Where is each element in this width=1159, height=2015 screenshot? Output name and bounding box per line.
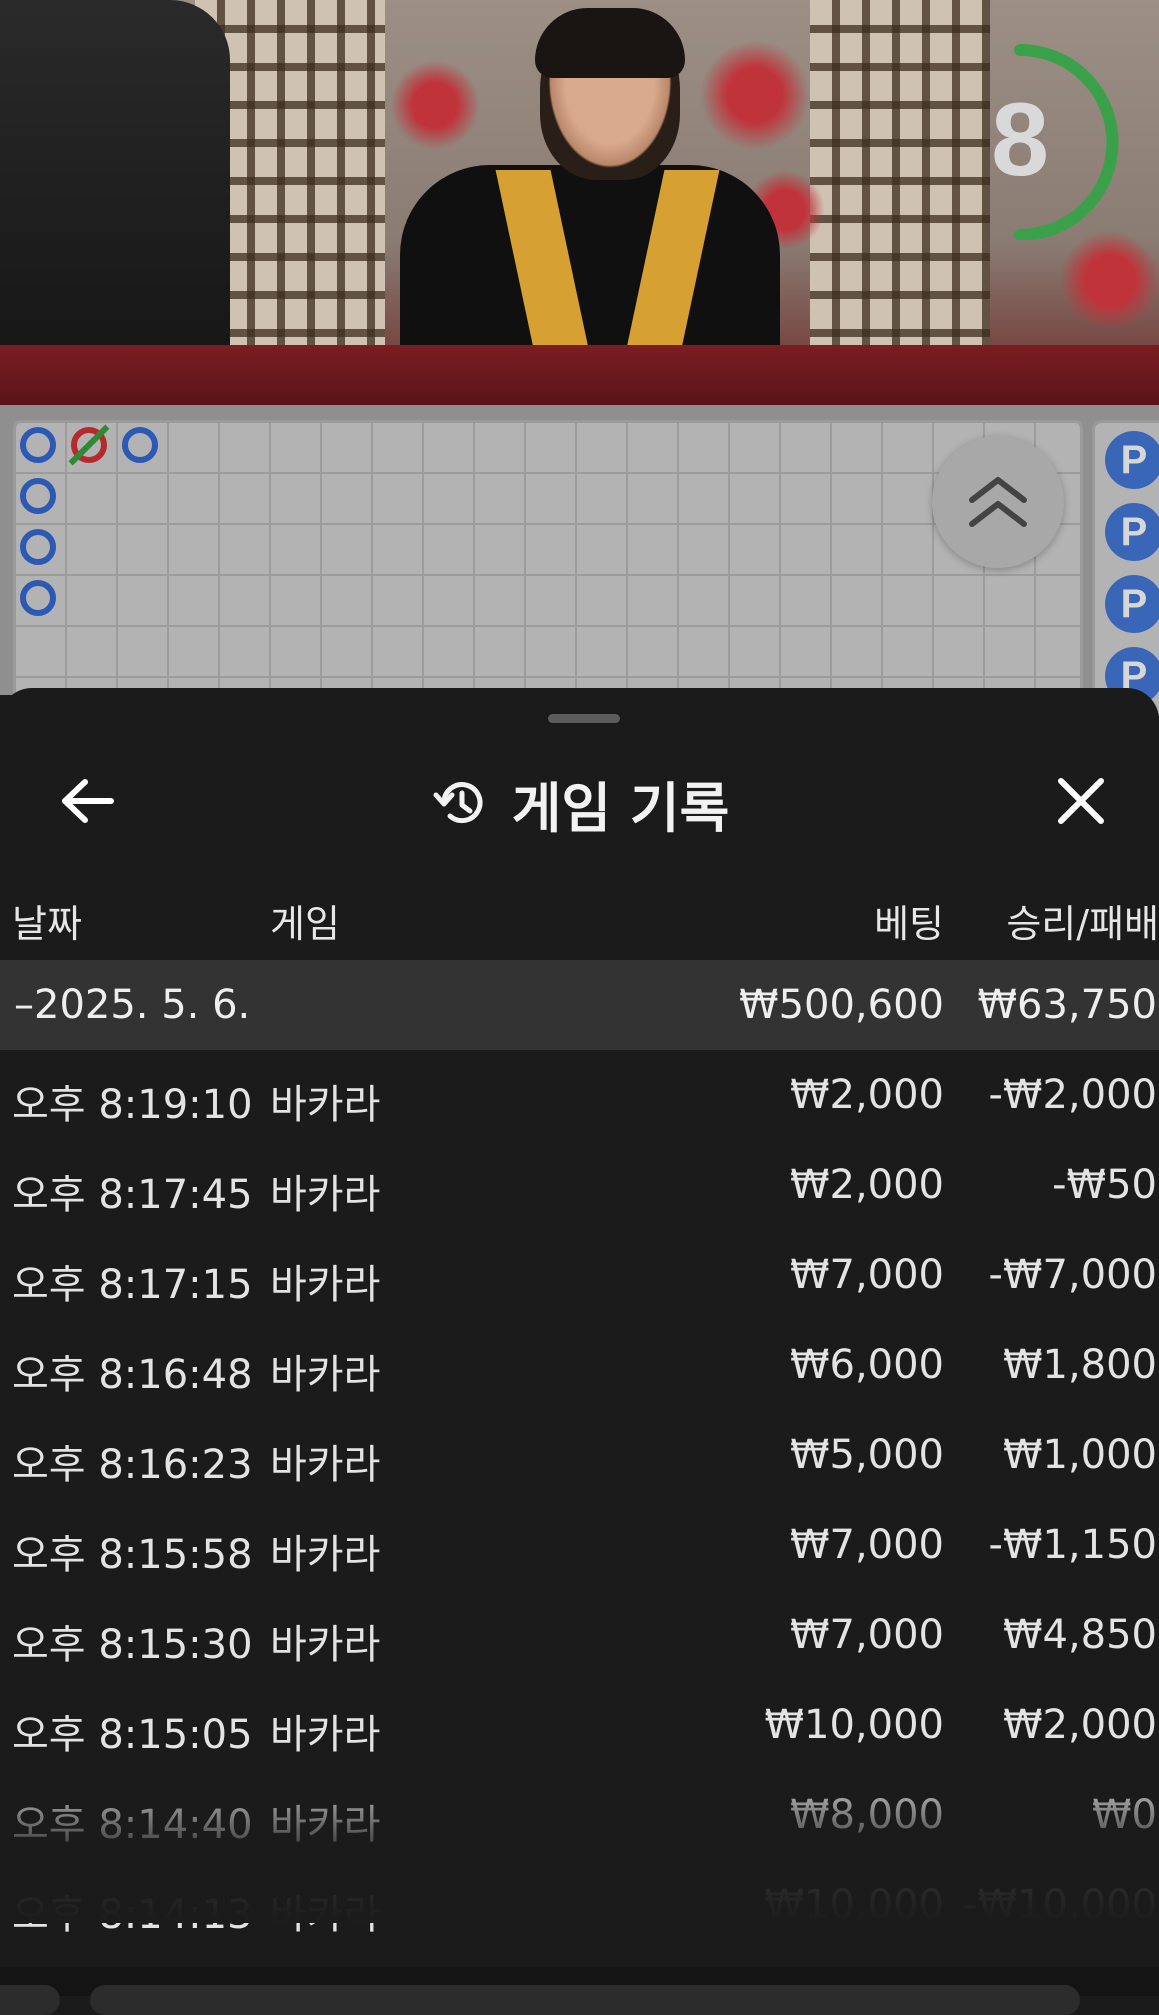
live-video-feed: 8 — [0, 0, 1159, 405]
bottom-control[interactable] — [90, 1985, 1080, 2015]
row-bet: ₩7,000 — [789, 1522, 944, 1568]
row-bet: ₩8,000 — [789, 1792, 944, 1838]
bead-road: P P P P — [1092, 420, 1159, 716]
table-row[interactable]: 오후 8:16:48 바카라 ₩6,000 ₩1,800 — [0, 1320, 1159, 1410]
row-time: 오후 8:15:58 — [12, 1532, 253, 1578]
bead-player: P — [1105, 503, 1159, 561]
big-road-grid — [13, 420, 1083, 716]
history-icon — [433, 782, 483, 824]
row-game: 바카라 — [270, 1082, 381, 1128]
row-bet: ₩7,000 — [789, 1252, 944, 1298]
bead-player: P — [1105, 431, 1159, 489]
row-bet: ₩2,000 — [789, 1072, 944, 1118]
history-list: 오후 8:19:10 바카라 ₩2,000 -₩2,000 오후 8:17:45 바카라 ₩… — [0, 1050, 1159, 1950]
row-time: 오후 8:17:15 — [12, 1262, 253, 1308]
player-marker — [20, 427, 56, 463]
blossom-decoration — [700, 40, 810, 150]
row-game: 바카라 — [270, 1712, 381, 1758]
row-time: 오후 8:17:45 — [12, 1172, 253, 1218]
column-header-bet: 베팅 — [874, 902, 944, 946]
row-time: 오후 8:14:40 — [12, 1802, 253, 1848]
dealer-hair — [535, 8, 685, 78]
table-row[interactable]: 오후 8:17:15 바카라 ₩7,000 -₩7,000 — [0, 1230, 1159, 1320]
row-time: 오후 8:15:05 — [12, 1712, 253, 1758]
column-header-game: 게임 — [270, 902, 340, 946]
close-icon — [1058, 778, 1104, 824]
close-button[interactable] — [1046, 766, 1116, 836]
row-winloss: -₩10,000 — [963, 1882, 1157, 1928]
row-winloss: ₩1,800 — [1002, 1342, 1157, 1388]
row-winloss: ₩4,850 — [1002, 1612, 1157, 1658]
table-header: 날짜 게임 베팅 승리/패배 — [0, 883, 1159, 953]
timer-value: 8 — [991, 81, 1049, 198]
row-time: 오후 8:16:23 — [12, 1442, 253, 1488]
double-chevron-up-icon — [969, 477, 1027, 527]
blossom-decoration — [1060, 230, 1159, 330]
column-header-winloss: 승리/패배 — [1006, 902, 1159, 946]
row-winloss: ₩0 — [1092, 1792, 1157, 1838]
row-game: 바카라 — [270, 1352, 381, 1398]
table-row[interactable]: 오후 8:15:30 바카라 ₩7,000 ₩4,850 — [0, 1590, 1159, 1680]
table-row[interactable]: 오후 8:17:45 바카라 ₩2,000 -₩50 — [0, 1140, 1159, 1230]
sheet-drag-handle[interactable] — [548, 714, 620, 723]
table-row[interactable]: 오후 8:15:58 바카라 ₩7,000 -₩1,150 — [0, 1500, 1159, 1590]
date-group-row[interactable]: –2025. 5. 6. ₩500,600 ₩63,750 — [0, 960, 1159, 1050]
row-game: 바카라 — [270, 1262, 381, 1308]
row-winloss: -₩2,000 — [988, 1072, 1158, 1118]
date-group-bet-total: ₩500,600 — [739, 982, 944, 1028]
row-game: 바카라 — [270, 1532, 381, 1578]
row-bet: ₩6,000 — [789, 1342, 944, 1388]
row-game: 바카라 — [270, 1892, 381, 1938]
sheet-title-group: 게임 기록 — [0, 748, 1159, 858]
date-group-label: –2025. 5. 6. — [14, 982, 251, 1028]
row-winloss: -₩1,150 — [988, 1522, 1158, 1568]
row-time: 오후 8:15:30 — [12, 1622, 253, 1668]
row-game: 바카라 — [270, 1802, 381, 1848]
countdown-timer: 8 — [960, 40, 1125, 240]
row-bet: ₩10,000 — [764, 1702, 944, 1748]
expand-roadmap-button[interactable] — [932, 436, 1064, 568]
row-winloss: ₩1,000 — [1002, 1432, 1157, 1478]
row-game: 바카라 — [270, 1172, 381, 1218]
row-winloss: ₩2,000 — [1002, 1702, 1157, 1748]
game-history-sheet: 게임 기록 날짜 게임 베팅 승리/패배 –2025. 5. 6. ₩500,6… — [0, 688, 1159, 1996]
row-time: 오후 8:16:48 — [12, 1352, 253, 1398]
row-winloss: -₩50 — [1052, 1162, 1157, 1208]
row-time: 오후 8:14:13 — [12, 1892, 253, 1938]
blossom-decoration — [390, 60, 480, 150]
player-marker — [20, 529, 56, 565]
table-row[interactable]: 오후 8:15:05 바카라 ₩10,000 ₩2,000 — [0, 1680, 1159, 1770]
player-marker — [20, 478, 56, 514]
bottom-control[interactable] — [0, 1985, 60, 2015]
table-row[interactable]: 오후 8:14:13 바카라 ₩10,000 -₩10,000 — [0, 1860, 1159, 1950]
row-bet: ₩2,000 — [789, 1162, 944, 1208]
row-game: 바카라 — [270, 1442, 381, 1488]
table-edge — [0, 345, 1159, 405]
player-marker — [20, 580, 56, 616]
row-winloss: -₩7,000 — [988, 1252, 1158, 1298]
date-group-winloss-total: ₩63,750 — [977, 982, 1157, 1028]
player-marker — [122, 427, 158, 463]
row-game: 바카라 — [270, 1622, 381, 1668]
bead-player: P — [1105, 575, 1159, 633]
sheet-header: 게임 기록 — [0, 748, 1159, 858]
row-time: 오후 8:19:10 — [12, 1082, 253, 1128]
table-row[interactable]: 오후 8:19:10 바카라 ₩2,000 -₩2,000 — [0, 1050, 1159, 1140]
row-bet: ₩10,000 — [764, 1882, 944, 1928]
page-title: 게임 기록 — [511, 776, 730, 840]
table-row[interactable]: 오후 8:16:23 바카라 ₩5,000 ₩1,000 — [0, 1410, 1159, 1500]
column-header-date: 날짜 — [12, 902, 82, 946]
row-bet: ₩7,000 — [789, 1612, 944, 1658]
table-row[interactable]: 오후 8:14:40 바카라 ₩8,000 ₩0 — [0, 1770, 1159, 1860]
row-bet: ₩5,000 — [789, 1432, 944, 1478]
